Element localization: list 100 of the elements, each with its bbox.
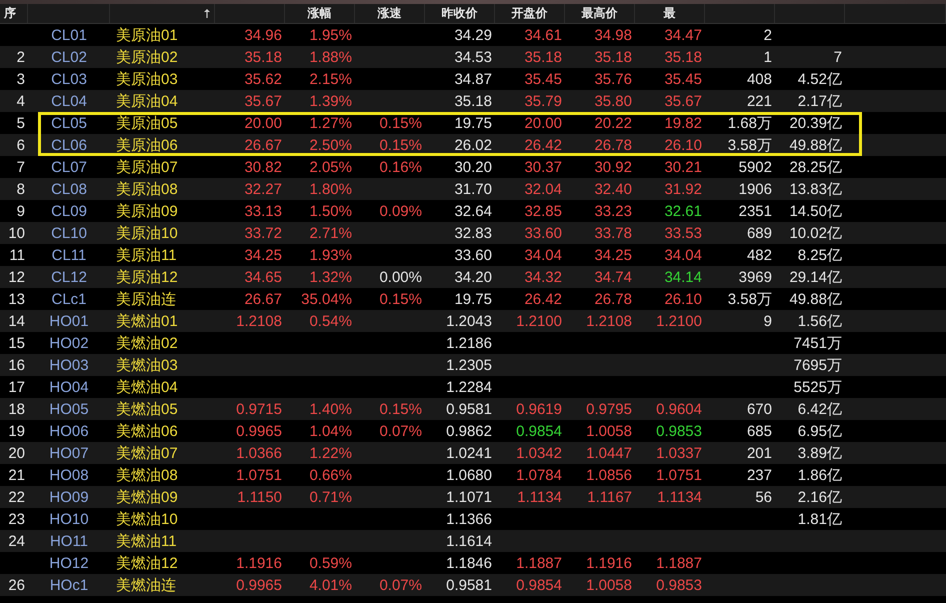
table-cell-text: 34.53 [453,48,493,68]
table-cell-text: 0.71% [308,488,353,508]
table-cell-text: 26.10 [663,136,703,156]
table-cell-text: 0.15% [378,114,423,134]
table-cell-text: 1.88% [308,48,353,68]
table-cell-text: 0.9853 [655,422,703,442]
contract-name: 美燃油12 [115,554,179,574]
row-number: 4 [16,92,26,112]
row-number: 18 [7,400,26,420]
table-cell-text: 30.21 [663,158,703,178]
column-header[interactable]: 序 [4,5,16,22]
table-cell-text: 1.2100 [515,312,563,332]
table-cell-text: 13.83亿 [788,180,843,200]
table-cell-text: 34.74 [593,268,633,288]
table-cell-text: 1.56亿 [796,312,843,332]
table-cell-text: 2.71% [308,224,353,244]
table-cell-text: 1.0751 [235,466,283,486]
row-number: 5 [16,114,26,134]
row-number: 21 [7,466,26,486]
contract-name: 美原油12 [115,268,179,288]
table-cell-text: 1.1071 [445,488,493,508]
column-header[interactable]: 开盘价 [512,5,548,22]
table-cell-text: 1.27% [308,114,353,134]
table-cell-text: 5525万 [792,378,843,398]
table-cell-text: 32.27 [243,180,283,200]
row-number: 24 [7,532,26,552]
table-cell-text: 31.92 [663,180,703,200]
row-number: 3 [16,70,26,90]
table-cell-text: 201 [746,444,773,464]
table-cell-text: 1.50% [308,202,353,222]
contract-code: HO07 [48,444,90,464]
table-cell-text: 34.04 [523,246,563,266]
table-cell-text: 1.0337 [655,444,703,464]
table-cell-text: 32.85 [523,202,563,222]
table-cell-text: 9 [762,312,773,332]
table-cell-text: 0.9854 [515,422,563,442]
contract-code: CL06 [50,136,88,156]
contract-code: HO03 [48,356,90,376]
table-cell-text: 32.83 [453,224,493,244]
table-cell-text: 1.2108 [585,312,633,332]
contract-name: 美原油03 [115,70,179,90]
table-cell-text: 8.25亿 [796,246,843,266]
table-cell-text: 35.45 [663,70,703,90]
contract-name: 美原油05 [115,114,179,134]
table-cell-text: 26.67 [243,290,283,310]
sort-arrow-icon[interactable] [204,9,210,18]
table-cell-text: 1.22% [308,444,353,464]
table-cell-text: 10.02亿 [788,224,843,244]
contract-name: 美原油09 [115,202,179,222]
table-cell-text: 34.47 [663,26,703,46]
table-cell-text: 30.20 [453,158,493,178]
contract-code: HO06 [48,422,90,442]
contract-code: CL05 [50,114,88,134]
table-cell-text: 32.04 [523,180,563,200]
row-number: 17 [7,378,26,398]
row-number: 10 [7,224,26,244]
table-cell-text: 0.9581 [445,400,493,420]
table-cell-text: 0.9965 [235,422,283,442]
column-header[interactable]: 涨幅 [308,5,332,22]
table-cell-text: 35.76 [593,70,633,90]
table-cell-text: 3969 [738,268,773,288]
table-cell-text: 1.0058 [585,422,633,442]
column-header[interactable]: 最高价 [582,5,618,22]
table-cell-text: 34.65 [243,268,283,288]
table-cell-text: 5902 [738,158,773,178]
table-cell-text: 3.58万 [726,290,773,310]
contract-code: CL12 [50,268,88,288]
column-header[interactable]: 最 [664,5,676,22]
table-cell-text: 2.50% [308,136,353,156]
table-cell-text: 2.05% [308,158,353,178]
table-cell-text: 20.22 [593,114,633,134]
table-cell-text: 1.0680 [445,466,493,486]
contract-code: CL07 [50,158,88,178]
table-cell-text: 2.15% [308,70,353,90]
table-cell-text: 2 [762,26,773,46]
table-cell-text: 1.0241 [445,444,493,464]
row-number: 2 [16,48,26,68]
table-cell-text: 1.81亿 [796,510,843,530]
table-cell-text: 35.18 [453,92,493,112]
table-cell-text: 0.9795 [585,400,633,420]
table-cell-text: 30.92 [593,158,633,178]
contract-code: CL10 [50,224,88,244]
table-cell-text: 49.88亿 [788,136,843,156]
column-header[interactable]: 昨收价 [442,5,478,22]
column-header[interactable]: 涨速 [378,5,402,22]
table-cell-text: 1.39% [308,92,353,112]
table-cell-text: 35.18 [243,48,283,68]
table-cell-text: 1.1887 [515,554,563,574]
table-cell-text: 0.15% [378,400,423,420]
table-cell-text: 19.75 [453,114,493,134]
row-number: 12 [7,268,26,288]
table-cell-text: 0.9854 [515,576,563,596]
table-cell-text: 685 [746,422,773,442]
contract-name: 美原油06 [115,136,179,156]
table-cell-text: 2.17亿 [796,92,843,112]
table-cell-text: 0.9715 [235,400,283,420]
table-cell-text: 0.9853 [655,576,703,596]
row-number: 15 [7,334,26,354]
table-cell-text: 33.53 [663,224,703,244]
contract-name: 美燃油04 [115,378,179,398]
